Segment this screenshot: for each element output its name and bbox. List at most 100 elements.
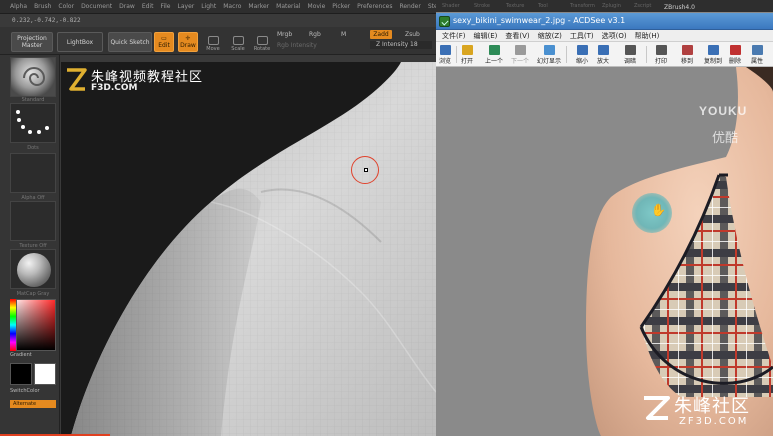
- stroke-selector[interactable]: [10, 103, 56, 143]
- toolbar-button-next[interactable]: 下一个: [511, 44, 529, 65]
- zbrush-menu-item[interactable]: Texture: [506, 3, 524, 9]
- m-button[interactable]: M: [341, 31, 346, 38]
- z-intensity-slider[interactable]: Z Intensity 18: [370, 41, 432, 49]
- zbrush-menu-item[interactable]: Preferences: [357, 3, 392, 10]
- move-button[interactable]: Move: [203, 32, 223, 52]
- rgb-button[interactable]: Rgb: [309, 31, 321, 38]
- zbrush-menu-item[interactable]: Alpha: [10, 3, 27, 10]
- zbrush-menu-item[interactable]: Zplugin: [602, 3, 621, 9]
- toolbar-label: 缩小: [576, 58, 589, 65]
- print-icon: [655, 45, 667, 55]
- acdsee-menu-item[interactable]: 文件(F): [442, 31, 466, 41]
- toolbar-button-properties[interactable]: 属性: [751, 44, 763, 65]
- matcap-sphere-icon: [17, 253, 51, 287]
- toolbar-button-delete[interactable]: 删除: [729, 44, 741, 65]
- zbrush-window: Alpha Brush Color Document Draw Edit File Layer…: [0, 0, 436, 436]
- browse-icon: [439, 45, 451, 55]
- toolbar-label: 打开: [461, 58, 474, 65]
- rotate-icon: [256, 36, 268, 45]
- zbrush-menu-item[interactable]: Light: [201, 3, 216, 10]
- zbrush-menu-item[interactable]: Shader: [442, 3, 460, 9]
- switch-color-button[interactable]: SwitchColor: [10, 388, 56, 394]
- quick-sketch-button[interactable]: Quick Sketch: [108, 32, 152, 52]
- photo-viewer[interactable]: YOUKU 优酷: [436, 67, 773, 436]
- zbrush-menu-behind: Shader Stroke Texture Tool Transform Zplugin Z…: [436, 0, 773, 12]
- zsub-button[interactable]: Zsub: [405, 31, 420, 38]
- secondary-color-swatch[interactable]: [34, 363, 56, 385]
- delete-icon: [729, 45, 741, 55]
- acdsee-menu-item[interactable]: 帮助(H): [635, 31, 660, 41]
- zbrush-menu-item[interactable]: Render: [399, 3, 420, 10]
- toolbar-button-open[interactable]: 打开: [461, 44, 473, 65]
- window-title: sexy_bikini_swimwear_2.jpg - ACDSee v3.1: [453, 16, 626, 25]
- slideshow-icon: [543, 45, 555, 55]
- acdsee-menu-item[interactable]: 编辑(E): [474, 31, 498, 41]
- draw-label: Draw: [180, 42, 196, 49]
- zbrush-menu-item[interactable]: Movie: [308, 3, 326, 10]
- zoom-out-icon: [576, 45, 588, 55]
- acdsee-menu-item[interactable]: 工具(T): [570, 31, 594, 41]
- edit-label: Edit: [158, 42, 170, 49]
- toolbar-button-copy-to[interactable]: 复制到: [704, 44, 722, 65]
- alternate-button[interactable]: Alternate: [10, 400, 56, 408]
- toolbar-label: 下一个: [511, 58, 530, 65]
- zbrush-menu-item[interactable]: Picker: [332, 3, 350, 10]
- zbrush-menu-item[interactable]: Stencil: [428, 3, 436, 10]
- toolbar-button-dim[interactable]: 调暗: [624, 44, 636, 65]
- rotate-button[interactable]: Rotate: [252, 32, 272, 52]
- url-watermark: ZF3D.COM: [679, 416, 749, 427]
- toolbar-button-print[interactable]: 打印: [655, 44, 667, 65]
- toolbar-button-slideshow[interactable]: 幻灯显示: [537, 44, 561, 65]
- scale-button[interactable]: Scale: [228, 32, 248, 52]
- zbrush-menu-item[interactable]: Brush: [34, 3, 51, 10]
- youku-watermark: YOUKU: [699, 104, 748, 118]
- toolbar-separator: [456, 46, 457, 63]
- zbrush-menu-item[interactable]: Material: [276, 3, 300, 10]
- material-selector[interactable]: [10, 249, 56, 289]
- toolbar-button-move-to[interactable]: 移到: [681, 44, 693, 65]
- texture-selector[interactable]: [10, 201, 56, 241]
- edit-mode-button[interactable]: ▭ Edit: [154, 32, 174, 52]
- zbrush-menu-item[interactable]: Layer: [178, 3, 195, 10]
- zbrush-canvas[interactable]: 朱峰视频教程社区 F3D.COM: [61, 62, 436, 436]
- zbrush-menu-item[interactable]: File: [160, 3, 170, 10]
- acdsee-menu-item[interactable]: 选项(O): [602, 31, 627, 41]
- zbrush-menu-item[interactable]: Macro: [223, 3, 241, 10]
- zbrush-menu-item[interactable]: Edit: [142, 3, 154, 10]
- zbrush-menu-item[interactable]: Document: [81, 3, 112, 10]
- acdsee-titlebar[interactable]: sexy_bikini_swimwear_2.jpg - ACDSee v3.1: [436, 13, 773, 30]
- alpha-selector[interactable]: [10, 153, 56, 193]
- draw-mode-button[interactable]: ✛ Draw: [178, 32, 198, 52]
- stroke-caption: Dots: [27, 145, 39, 151]
- zadd-button[interactable]: Zadd: [370, 30, 392, 39]
- zbrush-menu-item[interactable]: Stroke: [474, 3, 490, 9]
- move-icon: [207, 36, 219, 45]
- zbrush-menu-item[interactable]: Marker: [248, 3, 269, 10]
- acdsee-menu-item[interactable]: 缩放(Z): [538, 31, 562, 41]
- toolbar-button-browse[interactable]: 浏览: [439, 44, 451, 65]
- zbrush-menu-item[interactable]: Transform: [570, 3, 595, 9]
- hue-slider[interactable]: [10, 299, 17, 351]
- main-color-swatch[interactable]: [10, 363, 32, 385]
- zbrush-menu-item[interactable]: Color: [58, 3, 74, 10]
- zbrush-menu-item[interactable]: Draw: [119, 3, 135, 10]
- toolbar-button-zoom-out[interactable]: 缩小: [576, 44, 588, 65]
- dots-stroke-icon: [16, 110, 49, 134]
- toolbar-button-zoom-in[interactable]: 放大: [597, 44, 609, 65]
- toolbar-button-previous[interactable]: 上一个: [485, 44, 503, 65]
- acdsee-menubar: 文件(F) 编辑(E) 查看(V) 缩放(Z) 工具(T) 选项(O) 帮助(H): [436, 30, 773, 42]
- dim-icon: [624, 45, 636, 55]
- zbrush-menu-item[interactable]: Tool: [538, 3, 548, 9]
- brush-selector[interactable]: [10, 57, 56, 97]
- rgb-intensity-slider[interactable]: Rgb Intensity: [277, 42, 317, 49]
- open-icon: [461, 45, 473, 55]
- zbrush-menu-item[interactable]: Zscript: [634, 3, 651, 9]
- projection-master-button[interactable]: Projection Master: [11, 32, 53, 52]
- mrgb-button[interactable]: Mrgb: [277, 31, 292, 38]
- move-label: Move: [206, 46, 220, 52]
- youku-watermark-sub: 优酷: [712, 131, 739, 146]
- material-caption: MatCap Gray: [16, 291, 50, 297]
- lightbox-button[interactable]: LightBox: [57, 32, 103, 52]
- quick-sketch-label: Quick Sketch: [110, 38, 150, 46]
- acdsee-menu-item[interactable]: 查看(V): [505, 31, 529, 41]
